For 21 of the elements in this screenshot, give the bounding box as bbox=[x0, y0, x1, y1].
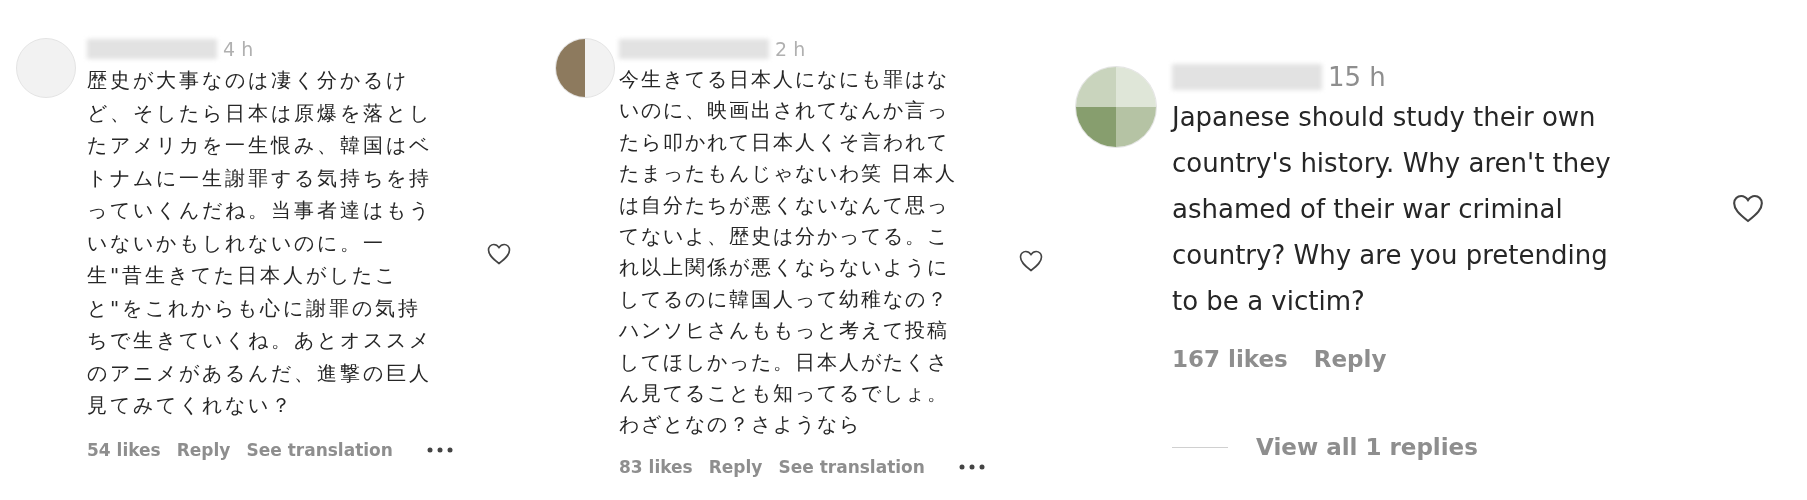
more-options-icon[interactable] bbox=[958, 463, 985, 470]
comment-text: Japanese should study their own country's history. Why aren't they ashamed of their war criminal country? Why are you pretending to be a victim? bbox=[1172, 101, 1612, 318]
like-heart-icon[interactable] bbox=[487, 243, 511, 265]
reply-button[interactable]: Reply bbox=[708, 456, 763, 477]
see-translation-button[interactable]: See translation bbox=[246, 439, 393, 460]
view-replies-button[interactable]: View all 1 replies bbox=[1256, 434, 1478, 460]
like-heart-icon[interactable] bbox=[1732, 194, 1764, 223]
comment-text: 今生きてる日本人になにも罪はな いのに、映画出されてなんか言っ たら叩かれて日本人くそ言われて たまったもんじゃないわ笑 日本人 は自分たちが悪くないなんて思っ てないよ、歴史は分かってる。こ れ以上関係が悪くならないように してるのに韓国人って幼稚なの？ ハンソヒさんももっと考えて投稿 してほしかった。日本人がたくさ ん見てることも知ってるでしょ。 わざとなの？さようなら bbox=[619, 66, 959, 439]
likes-count[interactable]: 83 likes bbox=[619, 456, 693, 477]
reply-button[interactable]: Reply bbox=[1313, 346, 1387, 372]
comment-text: 歴史が大事なのは凄く分かるけ ど、そしたら日本は原爆を落とし たアメリカを一生恨み、韓国はベ トナムに一生謝罪する気持ちを持 っていくんだね。当事者達はもう いないかもしれないのに。一 生"昔生きてた日本人がしたこ と"をこれからも心に謝罪の気持 ちで生きていくね。あとオススメ のアニメがあるんだ、進撃の巨人 見てみてくれない？ bbox=[87, 67, 433, 419]
more-options-icon[interactable] bbox=[426, 446, 453, 453]
likes-count[interactable]: 54 likes bbox=[87, 439, 161, 460]
comment-time: 15 h bbox=[1328, 62, 1386, 92]
likes-count[interactable]: 167 likes bbox=[1172, 346, 1288, 372]
reply-button[interactable]: Reply bbox=[176, 439, 231, 460]
avatar[interactable] bbox=[1075, 66, 1157, 148]
comment-time: 2 h bbox=[775, 38, 806, 60]
see-translation-button[interactable]: See translation bbox=[778, 456, 925, 477]
like-heart-icon[interactable] bbox=[1019, 250, 1043, 272]
comment-time: 4 h bbox=[223, 38, 254, 60]
